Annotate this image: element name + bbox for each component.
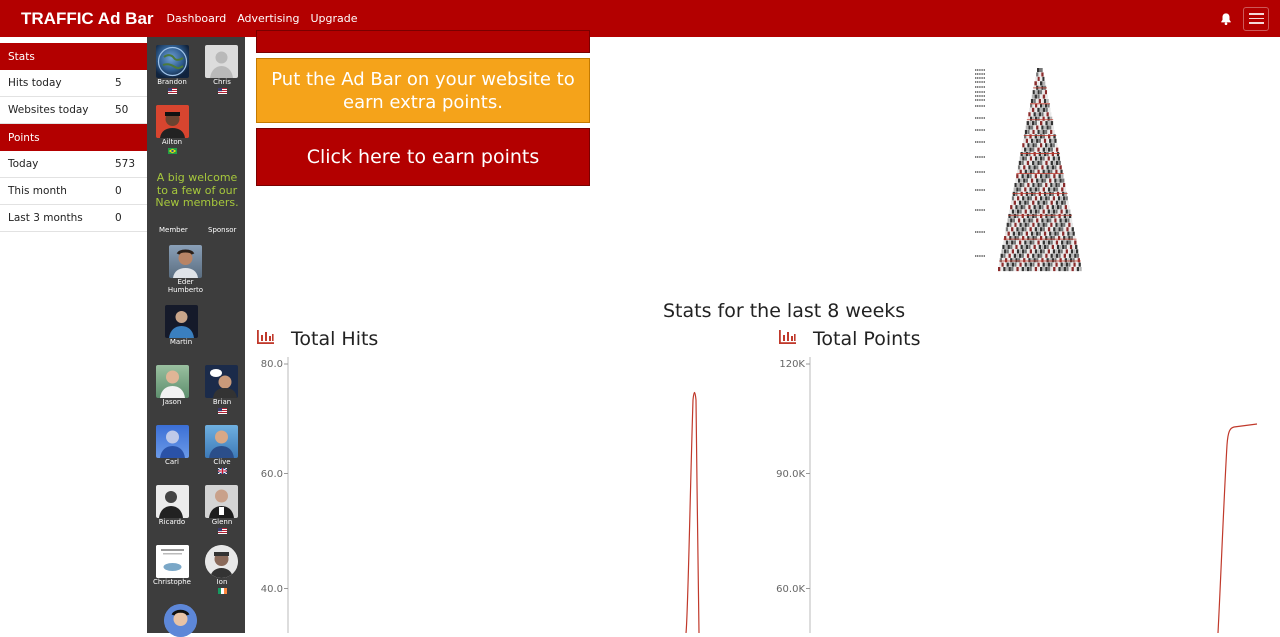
gb-flag-icon (218, 468, 227, 474)
top-navbar: TRAFFIC Ad Bar Dashboard Advertising Upg… (0, 0, 1280, 37)
bar-chart-icon (257, 330, 274, 344)
welcome-message: A big welcome to a few of our New member… (155, 171, 239, 209)
nav-advertising[interactable]: Advertising (237, 12, 299, 25)
total-hits-title: Total Hits (291, 328, 379, 350)
us-flag-icon (168, 88, 177, 94)
stat-label: Today (8, 158, 39, 170)
us-flag-icon (218, 528, 227, 534)
stat-hits-today: Hits today 5 (0, 70, 147, 97)
member-name: Jason (162, 398, 182, 406)
member-avatar[interactable] (156, 485, 189, 518)
y-tick-label: 40.0 (261, 584, 283, 595)
points-this-month: This month 0 (0, 178, 147, 205)
stats-header: Stats (0, 43, 147, 70)
stats-panel: Stats Hits today 5 Websites today 50 Poi… (0, 43, 147, 232)
member-avatar[interactable] (205, 425, 238, 458)
member-name: Clive (213, 458, 231, 466)
member-avatar[interactable] (164, 604, 197, 637)
bell-icon[interactable] (1219, 12, 1233, 26)
member-name: Brandon (157, 78, 187, 86)
ie-flag-icon (218, 588, 227, 594)
nav-dashboard[interactable]: Dashboard (167, 12, 227, 25)
member-column-label: Member (159, 226, 188, 234)
member-name: Brian (212, 398, 232, 406)
stats-section-title: Stats for the last 8 weeks (663, 300, 906, 322)
stat-value: 50 (115, 104, 129, 116)
member-avatar[interactable] (169, 245, 202, 278)
member-name: Eder Humberto (167, 278, 204, 294)
stat-value: 573 (115, 158, 136, 170)
stat-value: 5 (115, 77, 122, 89)
member-avatar[interactable] (205, 45, 238, 78)
y-tick-label: 90.0K (776, 469, 805, 480)
member-avatar[interactable] (205, 545, 238, 578)
y-tick-label: 60.0 (261, 469, 283, 480)
member-avatar[interactable] (156, 545, 189, 578)
y-tick-label: 120K (779, 359, 805, 370)
member-name: Glenn (211, 518, 233, 526)
member-name: Ricardo (158, 518, 186, 526)
total-hits-chart: 80.0 60.0 40.0 (261, 357, 700, 633)
y-tick-label: 80.0 (261, 359, 283, 370)
member-avatar[interactable] (165, 305, 198, 338)
member-avatar[interactable] (205, 485, 238, 518)
bar-chart-icon (779, 330, 796, 344)
top-partial-button[interactable] (256, 30, 590, 53)
member-name: Christophe (152, 578, 191, 586)
brand-logo[interactable]: TRAFFIC Ad Bar (21, 9, 154, 29)
series-line (685, 391, 700, 633)
member-avatar[interactable] (156, 365, 189, 398)
br-flag-icon (168, 148, 177, 154)
member-name: Chris (213, 78, 231, 86)
total-points-chart: 120K 90.0K 60.0K (776, 357, 1258, 633)
member-name: Ailton (161, 138, 183, 146)
stat-label: Hits today (8, 77, 62, 89)
member-name: Carl (165, 458, 179, 466)
menu-toggle-button[interactable] (1243, 6, 1269, 31)
nav-upgrade[interactable]: Upgrade (310, 12, 357, 25)
stat-label: Websites today (8, 104, 89, 116)
stat-value: 0 (115, 212, 122, 224)
member-avatar[interactable] (205, 365, 238, 398)
earn-points-button[interactable]: Click here to earn points (256, 128, 590, 186)
total-points-title: Total Points (813, 328, 921, 350)
points-today: Today 573 (0, 151, 147, 178)
series-line (1217, 423, 1258, 633)
stat-label: This month (8, 185, 67, 197)
member-avatar[interactable] (156, 105, 189, 138)
y-tick-label: 60.0K (776, 584, 805, 595)
stat-websites-today: Websites today 50 (0, 97, 147, 124)
member-name: Martin (169, 338, 193, 346)
adbar-promo-button[interactable]: Put the Ad Bar on your website to earn e… (256, 58, 590, 123)
us-flag-icon (218, 408, 227, 414)
us-flag-icon (218, 88, 227, 94)
sponsor-column-label: Sponsor (208, 226, 237, 234)
navbar-right (1219, 0, 1280, 37)
level-pyramid-image (975, 68, 1082, 272)
member-avatar[interactable] (156, 425, 189, 458)
stat-label: Last 3 months (8, 212, 83, 224)
member-name: Ion (216, 578, 228, 586)
member-avatar[interactable] (156, 45, 189, 78)
stat-value: 0 (115, 185, 122, 197)
points-header: Points (0, 124, 147, 151)
points-last-3-months: Last 3 months 0 (0, 205, 147, 232)
